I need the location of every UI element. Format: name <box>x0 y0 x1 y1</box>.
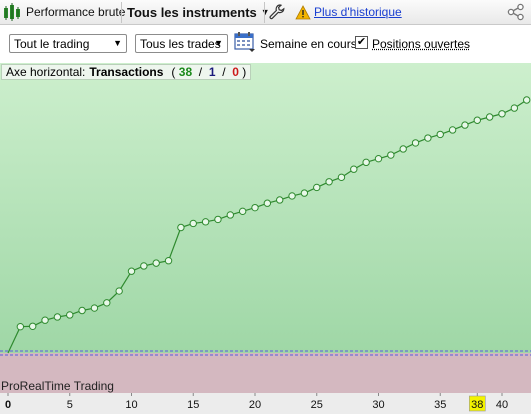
open-positions-checkbox[interactable]: ✔ <box>355 36 368 49</box>
ratio-open: ( <box>171 65 176 79</box>
trading-select[interactable]: Tout le trading ▼ <box>9 34 127 53</box>
open-positions-label[interactable]: Positions ouvertes <box>372 37 470 51</box>
data-point[interactable] <box>350 165 358 173</box>
axis-name: Transactions <box>89 65 164 79</box>
data-point[interactable] <box>374 154 383 163</box>
x-tick-label: 38 <box>471 399 483 411</box>
data-point[interactable] <box>251 203 259 212</box>
data-point[interactable] <box>411 139 420 147</box>
ratio-even: 1 <box>208 65 216 79</box>
data-point[interactable] <box>127 267 136 275</box>
data-point[interactable] <box>300 189 309 197</box>
equity-chart-canvas: 0 5 10 15 20 25 30 35 38 40 <box>0 63 531 414</box>
share-icon[interactable] <box>506 0 526 24</box>
chevron-down-icon: ▼ <box>214 38 223 48</box>
data-point[interactable] <box>41 316 49 324</box>
wrench-icon[interactable] <box>269 0 285 24</box>
calendar-icon[interactable] <box>234 31 256 53</box>
chevron-down-icon: ▼ <box>113 38 122 48</box>
data-point[interactable] <box>201 218 210 226</box>
data-point[interactable] <box>362 158 370 167</box>
data-point[interactable] <box>238 207 247 216</box>
data-point[interactable] <box>288 192 296 200</box>
x-tick-label: 0 <box>5 399 11 411</box>
data-point[interactable] <box>498 110 506 118</box>
toolbar-divider <box>264 2 265 23</box>
x-tick-label: 30 <box>372 399 384 411</box>
data-point[interactable] <box>523 96 531 104</box>
data-point[interactable] <box>448 126 457 134</box>
x-tick-label: 15 <box>187 399 199 411</box>
warning-icon <box>295 0 311 24</box>
x-tick-label: 35 <box>434 399 446 411</box>
data-point[interactable] <box>189 219 197 228</box>
trading-select-value: Tout le trading <box>14 36 90 51</box>
instruments-label: Tous les instruments <box>127 4 257 20</box>
data-point[interactable] <box>276 196 284 204</box>
x-tick-label: 5 <box>67 399 73 411</box>
trades-select-value: Tous les trades <box>140 36 221 51</box>
x-tick-label: 10 <box>125 399 137 411</box>
data-point[interactable] <box>177 223 185 232</box>
toolbar-divider <box>121 2 122 23</box>
ratio-separator: / <box>218 65 229 79</box>
data-point[interactable] <box>66 311 74 319</box>
data-point[interactable] <box>152 259 160 267</box>
data-point[interactable] <box>214 215 222 224</box>
data-point[interactable] <box>325 178 333 186</box>
week-period-label[interactable]: Semaine en cours <box>260 37 357 51</box>
top-toolbar: Performance brute Tous les instruments ▼… <box>0 0 531 25</box>
data-point[interactable] <box>115 287 123 295</box>
data-point[interactable] <box>399 145 407 153</box>
data-point[interactable] <box>226 211 235 219</box>
ratio-separator: / <box>195 65 206 79</box>
data-point[interactable] <box>485 113 494 121</box>
more-history-link[interactable]: Plus d'historique <box>314 0 402 24</box>
x-axis-bar <box>0 393 531 414</box>
data-point[interactable] <box>164 257 173 265</box>
filter-bar: Tout le trading ▼ Tous les trades ▼ Sema… <box>0 25 531 63</box>
axis-prefix: Axe horizontal: <box>6 65 86 79</box>
ratio-losses: 0 <box>232 65 239 79</box>
trade-ratio: ( 38 / 1 / 0 ) <box>171 65 246 79</box>
data-point[interactable] <box>263 199 272 207</box>
data-point[interactable] <box>53 313 62 321</box>
instruments-dropdown[interactable]: Tous les instruments ▼ <box>127 0 270 24</box>
data-point[interactable] <box>103 299 111 307</box>
x-tick-label: 25 <box>311 399 323 411</box>
data-point[interactable] <box>78 306 86 315</box>
data-point[interactable] <box>510 104 519 112</box>
data-point[interactable] <box>436 130 444 139</box>
x-tick-label: 40 <box>496 399 508 411</box>
axis-title: Axe horizontal: Transactions ( 38 / 1 / … <box>1 64 252 80</box>
data-point[interactable] <box>90 304 99 312</box>
data-point[interactable] <box>29 322 37 330</box>
performance-icon[interactable] <box>3 0 21 24</box>
data-point[interactable] <box>387 151 395 159</box>
x-tick-label: 20 <box>249 399 261 411</box>
performance-label[interactable]: Performance brute <box>26 0 125 24</box>
brand-label: ProRealTime Trading <box>1 379 114 393</box>
data-point[interactable] <box>16 322 25 331</box>
data-point[interactable] <box>140 262 148 270</box>
data-point[interactable] <box>473 116 481 124</box>
data-point[interactable] <box>424 134 432 142</box>
ratio-wins: 38 <box>178 65 193 79</box>
data-point[interactable] <box>461 121 469 129</box>
ratio-close: ) <box>242 65 247 79</box>
data-point[interactable] <box>313 183 321 192</box>
equity-chart: 0 5 10 15 20 25 30 35 38 40 Axe horizontal: Trans… <box>0 63 531 414</box>
trades-select[interactable]: Tous les trades ▼ <box>135 34 228 53</box>
data-point[interactable] <box>337 173 346 182</box>
